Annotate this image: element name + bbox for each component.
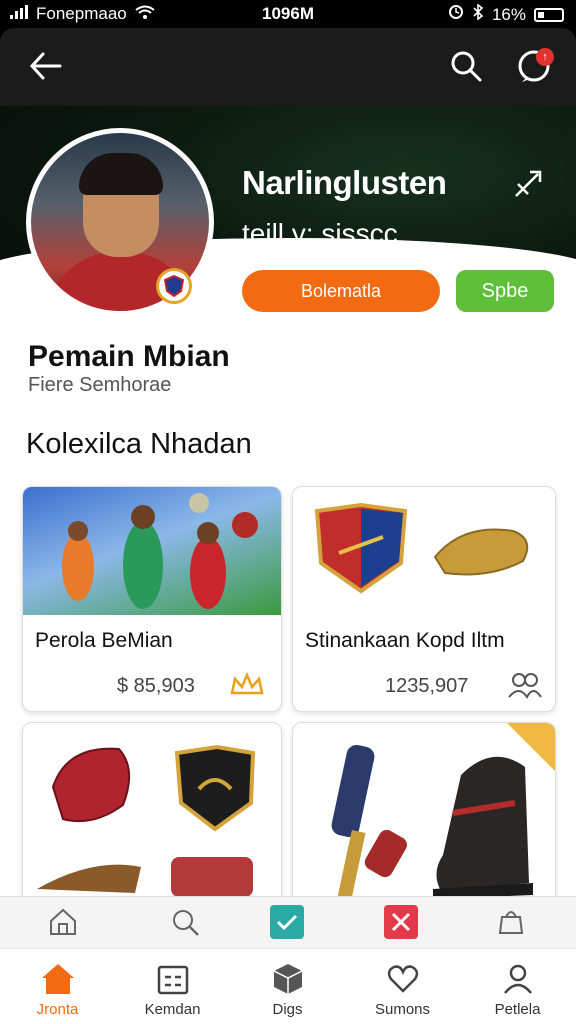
nav-item-profile[interactable]: Petlela (460, 949, 575, 1024)
collection-card[interactable]: Stinankaan Kopd Iltm 1235,907 (292, 486, 556, 712)
search-button[interactable] (446, 46, 486, 86)
heart-icon (385, 961, 421, 997)
status-bar: Fonepmaao 1096M 16% (0, 0, 576, 28)
search-icon (451, 51, 482, 82)
bag-icon[interactable] (494, 905, 528, 939)
check-icon[interactable] (270, 905, 304, 939)
section-subtitle: Fiere Semhorae (28, 374, 172, 396)
person-icon (500, 961, 536, 997)
nav-label: Kemdan (144, 1001, 201, 1018)
alarm-icon (448, 4, 464, 25)
items-image (293, 487, 555, 615)
card-title: Perola BeMian (35, 629, 173, 652)
boots-image (293, 723, 555, 921)
bottom-navigation: Jronta Kemdan Digs Sumons Petlela (0, 948, 576, 1024)
battery-icon (534, 7, 564, 22)
crown-icon (229, 671, 265, 699)
team-badge-icon (156, 268, 192, 304)
nav-label: Sumons (374, 1001, 431, 1018)
nav-label: Jronta (36, 1001, 79, 1018)
section-title: Pemain Mbian (28, 340, 230, 373)
card-price: 1235,907 (385, 675, 469, 697)
home-icon (40, 961, 76, 997)
battery-percent: 16% (491, 4, 526, 24)
players-image (23, 487, 281, 615)
back-button[interactable] (26, 46, 66, 86)
collection-card[interactable] (292, 722, 556, 922)
arrow-left-icon (29, 52, 62, 80)
collection-card[interactable] (22, 722, 282, 922)
card-title: Stinankaan Kopd Iltm (305, 629, 505, 652)
box-icon (270, 961, 306, 997)
nav-item-home[interactable]: Jronta (0, 949, 115, 1024)
nav-label: Digs (272, 1001, 303, 1018)
nav-item-calendar[interactable]: Kemdan (115, 949, 230, 1024)
card-price: $ 85,903 (117, 675, 195, 697)
nav-label: Petlela (494, 1001, 541, 1018)
collection-title: Kolexilca Nhadan (26, 428, 252, 460)
bluetooth-icon (472, 3, 484, 25)
profile-name: Narlinglusten (242, 164, 447, 201)
nav-item-box[interactable]: Digs (230, 949, 345, 1024)
edit-icon[interactable] (512, 168, 544, 200)
top-app-bar: ↑ (0, 28, 576, 106)
nav-item-favorites[interactable]: Sumons (345, 949, 460, 1024)
calendar-icon (155, 961, 191, 997)
quick-toolbar (0, 896, 576, 948)
gear-items-image (23, 723, 281, 921)
secondary-action-button[interactable]: Spbe (456, 270, 554, 312)
tools-icon[interactable] (384, 905, 418, 939)
notifications-button[interactable]: ↑ (514, 46, 554, 86)
collection-card[interactable]: Perola BeMian $ 85,903 (22, 486, 282, 712)
primary-action-button[interactable]: Bolematla (242, 270, 440, 312)
notification-badge: ↑ (536, 48, 554, 66)
home-outline-icon[interactable] (46, 905, 80, 939)
group-icon (507, 671, 543, 699)
search-icon[interactable] (168, 905, 202, 939)
profile-subtitle: teill y: sisscc (242, 218, 398, 249)
